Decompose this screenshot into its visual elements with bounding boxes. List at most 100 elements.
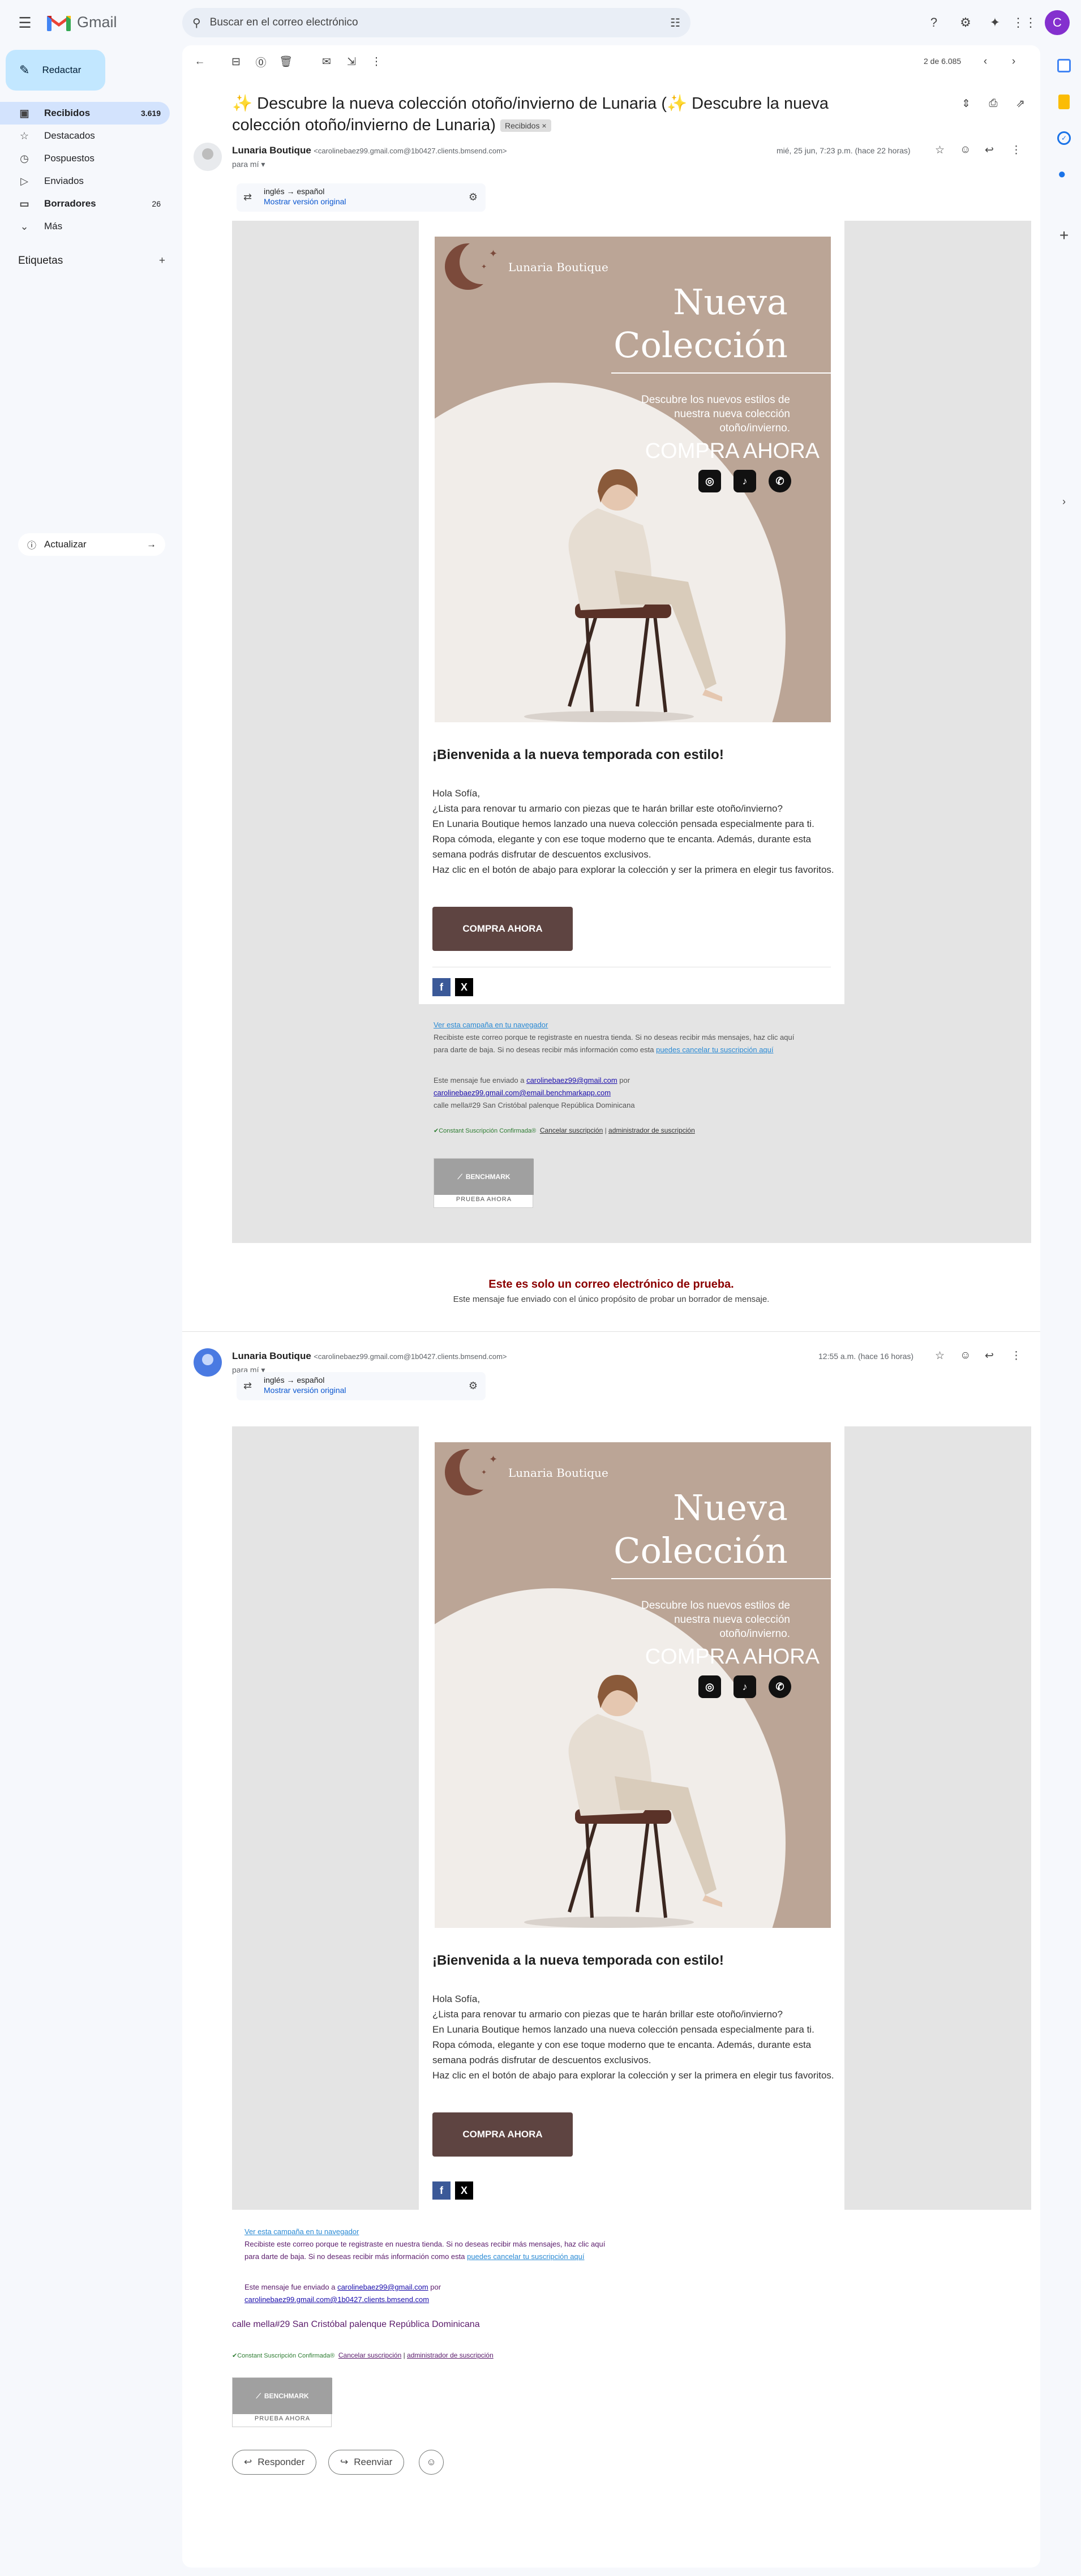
help-icon[interactable]: ? <box>923 11 945 34</box>
mark-unread-icon[interactable]: ✉ <box>318 53 335 70</box>
account-avatar[interactable]: C <box>1045 10 1070 35</box>
show-original-link[interactable]: Mostrar versión original <box>264 1386 486 1395</box>
hero-banner[interactable]: ✦ ✦ Lunaria Boutique Nueva Colección Desc… <box>435 237 831 722</box>
email-card: ✦ ✦ Lunaria Boutique Nueva Colección Desc… <box>419 1426 844 2210</box>
view-in-browser-link[interactable]: Ver esta campaña en tu navegador <box>244 2227 359 2236</box>
reply-button[interactable]: ↩ Responder <box>232 2450 317 2475</box>
cancel-subscription-link[interactable]: Cancelar suscripción <box>338 2351 401 2359</box>
subscription-admin-link[interactable]: administrador de suscripción <box>407 2351 494 2359</box>
sender-email-link[interactable]: carolinebaez99.gmail.com@1b0427.clients.… <box>244 2295 429 2304</box>
recipient-email-link[interactable]: carolinebaez99@gmail.com <box>526 1076 617 1085</box>
more-vert-icon[interactable]: ⋮ <box>1011 1349 1022 1362</box>
hero-brand: Lunaria Boutique <box>508 1466 608 1480</box>
facebook-share-icon[interactable]: f <box>432 2181 451 2200</box>
email-footer: Ver esta campaña en tu navegador Recibis… <box>434 1019 841 1137</box>
open-new-window-icon[interactable]: ⇗ <box>1012 95 1029 112</box>
view-in-browser-link[interactable]: Ver esta campaña en tu navegador <box>434 1021 548 1029</box>
translate-settings-icon[interactable]: ⚙ <box>469 191 478 203</box>
sender[interactable]: Lunaria Boutique <carolinebaez99.gmail.c… <box>232 1351 507 1362</box>
feather-icon: ⟋ <box>457 1172 462 1181</box>
unsubscribe-link[interactable]: puedes cancelar tu suscripción aquí <box>467 2252 584 2261</box>
tiktok-icon[interactable]: ♪ <box>733 1675 756 1698</box>
tasks-icon[interactable]: ✓ <box>1053 127 1075 149</box>
print-icon[interactable]: ⎙ <box>985 95 1002 112</box>
star-icon[interactable]: ☆ <box>935 1349 945 1362</box>
moon-cutout <box>460 1446 504 1490</box>
search-bar[interactable]: ⚲ Buscar en el correo electrónico ☷ <box>182 8 690 37</box>
sender[interactable]: Lunaria Boutique <carolinebaez99.gmail.c… <box>232 145 507 156</box>
emoji-react-button[interactable]: ☺ <box>419 2450 444 2475</box>
show-original-link[interactable]: Mostrar versión original <box>264 197 486 206</box>
settings-gear-icon[interactable]: ⚙ <box>954 11 977 34</box>
whatsapp-icon[interactable]: ✆ <box>769 470 791 492</box>
add-label-icon[interactable]: + <box>159 255 165 267</box>
delete-icon[interactable]: 🗑 <box>277 53 294 70</box>
update-button[interactable]: ⓘ Actualizar → <box>18 533 165 556</box>
recipient-details[interactable]: para mí ▾ <box>232 160 265 169</box>
main-menu-icon[interactable]: ☰ <box>16 14 34 32</box>
x-share-icon[interactable]: X <box>455 978 473 996</box>
shop-now-button[interactable]: COMPRA AHORA <box>432 2112 573 2157</box>
apps-grid-icon[interactable]: ⋮⋮ <box>1012 11 1037 34</box>
forward-button[interactable]: ↪ Reenviar <box>328 2450 405 2475</box>
prev-message-icon[interactable]: ‹ <box>977 53 994 70</box>
sparkle-small-icon: ✦ <box>481 1468 487 1476</box>
sender-email-link[interactable]: carolinebaez99.gmail.com@email.benchmark… <box>434 1088 611 1097</box>
search-options-icon[interactable]: ☷ <box>670 16 680 30</box>
add-addon-icon[interactable]: + <box>1053 224 1075 247</box>
sidebar-item-starred[interactable]: ☆ Destacados <box>0 125 170 147</box>
tiktok-icon[interactable]: ♪ <box>733 470 756 492</box>
sender-address: <carolinebaez99.gmail.com@1b0427.clients… <box>314 147 507 155</box>
emoji-react-icon[interactable]: ☺ <box>960 144 971 156</box>
sidebar-item-more[interactable]: ⌄ Más <box>0 215 170 238</box>
clock-icon: ◷ <box>20 152 29 164</box>
search-icon[interactable]: ⚲ <box>192 16 201 30</box>
body-line: ¿Lista para renovar tu armario con pieza… <box>432 2009 783 2020</box>
collapse-all-icon[interactable]: ⇕ <box>958 95 975 112</box>
gmail-logo[interactable]: Gmail <box>46 12 117 32</box>
star-icon[interactable]: ☆ <box>935 144 945 157</box>
report-spam-icon[interactable]: ⓪ <box>252 53 269 70</box>
move-to-icon[interactable]: ⇲ <box>343 53 360 70</box>
sidebar-item-drafts[interactable]: ▭ Borradores 26 <box>0 192 170 215</box>
translate-settings-icon[interactable]: ⚙ <box>469 1380 478 1392</box>
x-share-icon[interactable]: X <box>455 2181 473 2200</box>
keep-icon[interactable] <box>1053 91 1075 113</box>
forward-label: Reenviar <box>354 2457 393 2467</box>
archive-icon[interactable]: ⊟ <box>228 53 244 70</box>
gemini-sparkle-icon[interactable]: ✦ <box>984 11 1006 34</box>
search-input[interactable]: Buscar en el correo electrónico <box>210 16 670 29</box>
shop-now-button[interactable]: COMPRA AHORA <box>432 907 573 951</box>
footer-reason-2: para darte de baja. Si no deseas recibir… <box>434 1045 657 1054</box>
facebook-share-icon[interactable]: f <box>432 978 451 996</box>
contacts-icon[interactable]: ● <box>1053 163 1075 186</box>
whatsapp-icon[interactable]: ✆ <box>769 1675 791 1698</box>
body-line: ¿Lista para renovar tu armario con pieza… <box>432 803 783 814</box>
sidebar-item-snoozed[interactable]: ◷ Pospuestos <box>0 147 170 170</box>
recipient-email-link[interactable]: carolinebaez99@gmail.com <box>337 2283 428 2291</box>
more-vert-icon[interactable]: ⋮ <box>1011 144 1022 157</box>
body-line: Haz clic en el botón de abajo para explo… <box>432 2070 834 2081</box>
hero-banner[interactable]: ✦ ✦ Lunaria Boutique Nueva Colección Desc… <box>435 1442 831 1928</box>
more-options-icon[interactable]: ⋮ <box>368 53 385 70</box>
expand-panel-icon[interactable]: › <box>1053 490 1075 513</box>
sidebar-item-sent[interactable]: ▷ Enviados <box>0 170 170 192</box>
benchmark-badge[interactable]: ⟋ BENCHMARK PRUEBA AHORA <box>232 2377 332 2427</box>
sidebar-item-inbox[interactable]: ▣ Recibidos 3.619 <box>0 102 170 125</box>
subscription-admin-link[interactable]: administrador de suscripción <box>608 1126 695 1134</box>
subscription-footer: ✔Constant Suscripción Confirmada® Cancel… <box>232 2351 494 2359</box>
benchmark-badge[interactable]: ⟋ BENCHMARK PRUEBA AHORA <box>434 1158 534 1208</box>
calendar-icon[interactable] <box>1053 54 1075 77</box>
compose-button[interactable]: ✎ Redactar <box>6 50 105 91</box>
back-arrow-icon[interactable]: ← <box>191 53 208 70</box>
inbox-label-badge[interactable]: Recibidos × <box>500 119 551 132</box>
next-message-icon[interactable]: › <box>1005 53 1022 70</box>
sender-avatar <box>194 143 222 171</box>
cancel-subscription-link[interactable]: Cancelar suscripción <box>540 1126 603 1134</box>
reply-icon[interactable]: ↩ <box>985 144 994 157</box>
reply-icon[interactable]: ↩ <box>985 1349 994 1362</box>
info-icon: ⓘ <box>27 541 37 551</box>
unsubscribe-link[interactable]: puedes cancelar tu suscripción aquí <box>656 1045 773 1054</box>
emoji-react-icon[interactable]: ☺ <box>960 1349 971 1362</box>
hero-description: Descubre los nuevos estilos de nuestra n… <box>641 394 790 434</box>
